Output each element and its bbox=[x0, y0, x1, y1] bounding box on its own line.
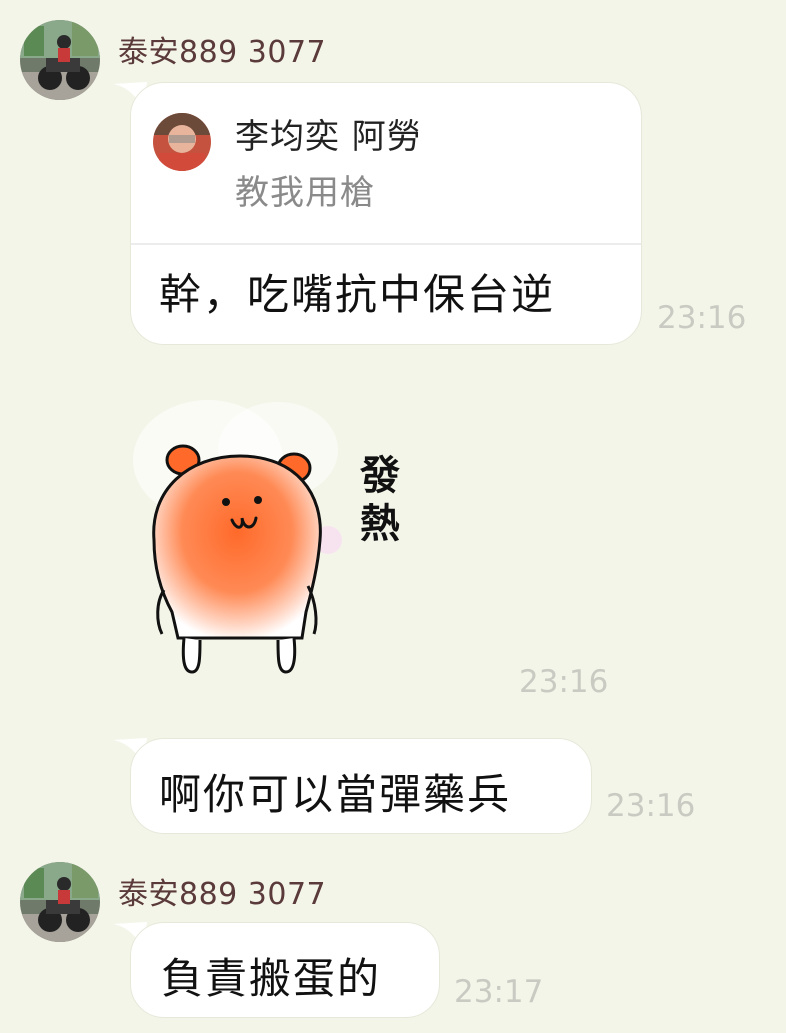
message-timestamp: 23:16 bbox=[657, 300, 747, 336]
quoted-message[interactable]: 李均奕 阿勞 教我用槍 bbox=[131, 83, 641, 243]
message-timestamp: 23:16 bbox=[519, 664, 609, 700]
sender-avatar[interactable] bbox=[20, 862, 100, 942]
message-bubble[interactable]: 啊你可以當彈藥兵 bbox=[130, 738, 592, 834]
sender-name: 泰安889 3077 bbox=[118, 877, 327, 912]
message-text: 幹，吃嘴抗中保台逆 bbox=[159, 270, 556, 319]
quoted-sender-avatar bbox=[153, 113, 211, 171]
message-timestamp: 23:16 bbox=[606, 788, 696, 824]
quoted-message-text: 教我用槍 bbox=[235, 173, 375, 213]
hamster-blushing-sticker[interactable]: 發熱 bbox=[128, 390, 428, 690]
quote-divider bbox=[131, 243, 641, 245]
message-bubble[interactable]: 負責搬蛋的 bbox=[130, 922, 440, 1018]
sender-name: 泰安889 3077 bbox=[118, 35, 327, 70]
message-text: 負責搬蛋的 bbox=[161, 954, 382, 1003]
sticker-caption: 發熱 bbox=[360, 453, 400, 547]
quoted-sender-name: 李均奕 阿勞 bbox=[235, 117, 422, 157]
reply-message-bubble[interactable]: 李均奕 阿勞 教我用槍 幹，吃嘴抗中保台逆 bbox=[130, 82, 642, 345]
sender-avatar[interactable] bbox=[20, 20, 100, 100]
message-timestamp: 23:17 bbox=[454, 974, 544, 1010]
message-text: 啊你可以當彈藥兵 bbox=[159, 770, 512, 819]
